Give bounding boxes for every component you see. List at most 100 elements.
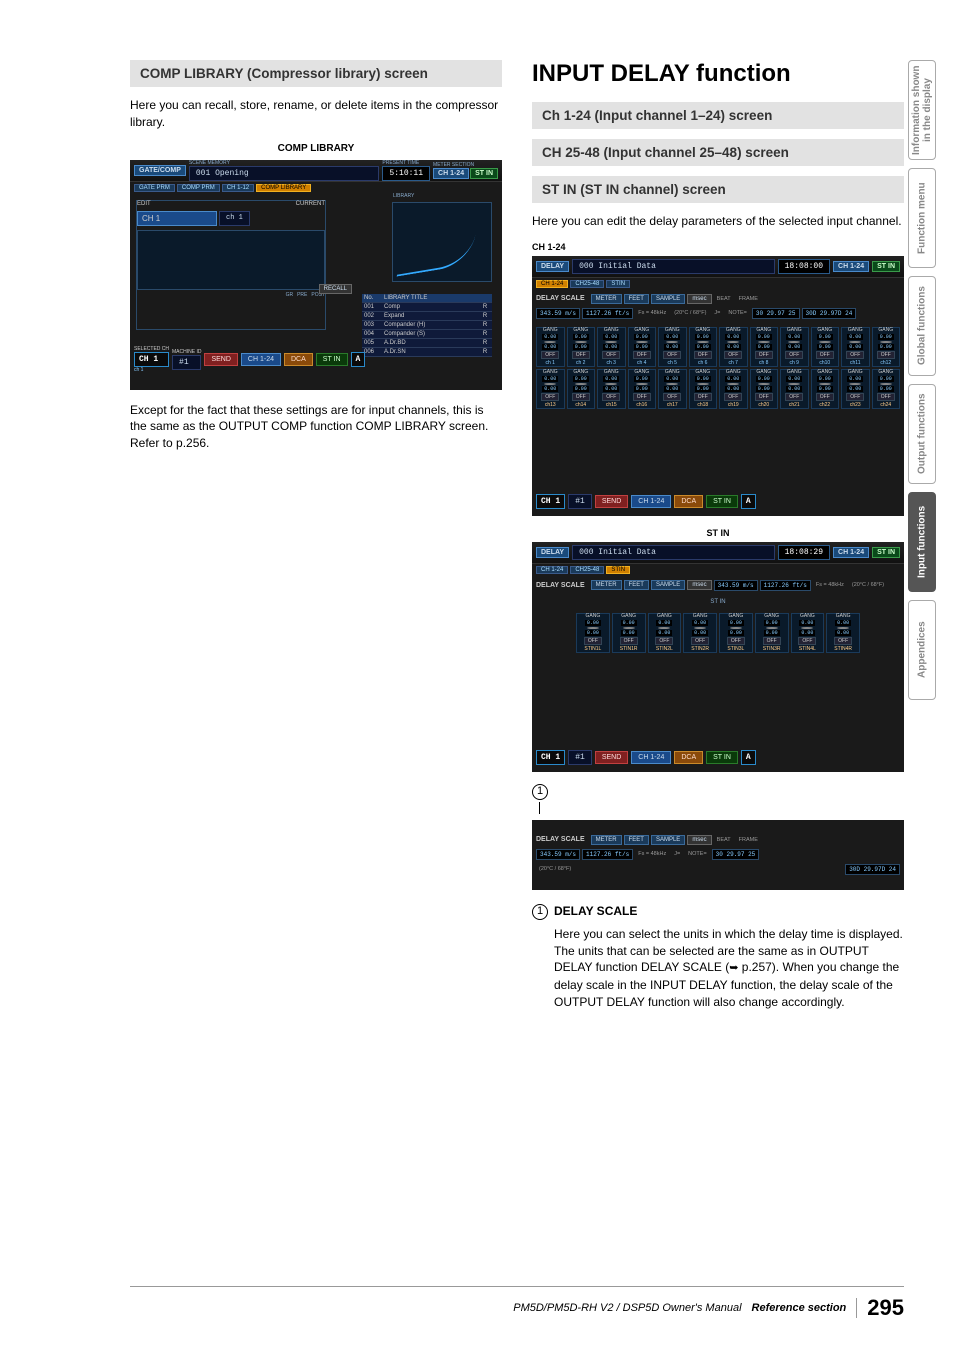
msec-button[interactable]: msec	[687, 835, 711, 845]
side-tab-info[interactable]: Information shown in the display	[908, 60, 936, 160]
time-value: 18:08:29	[778, 545, 830, 560]
nav-tab[interactable]: COMP PRM	[177, 184, 220, 192]
ch-tab[interactable]: CH 1-24	[833, 547, 869, 558]
stin-tab[interactable]: ST IN	[872, 261, 900, 272]
cap-ch124: CH 1-24	[532, 242, 904, 252]
ch124-button[interactable]: CH 1-24	[241, 353, 281, 366]
delay-knob[interactable]	[758, 341, 770, 343]
recall-button[interactable]: RECALL	[319, 284, 352, 294]
delay-knob[interactable]	[880, 383, 892, 385]
sample-button[interactable]: SAMPLE	[651, 294, 685, 304]
stin-tab[interactable]: ST IN	[872, 547, 900, 558]
ch124-button[interactable]: CH 1-24	[631, 751, 671, 764]
callout-1-ref-icon: 1	[532, 904, 548, 920]
comp-library-header: COMP LIBRARY (Compressor library) screen	[130, 60, 502, 87]
delay-knob[interactable]	[623, 627, 635, 629]
gr-label: GR	[286, 292, 294, 298]
list-item[interactable]: 002ExpandR	[362, 312, 492, 321]
sample-button[interactable]: SAMPLE	[651, 835, 685, 845]
dca-button[interactable]: DCA	[284, 353, 313, 366]
list-item[interactable]: 005A.Dr.BDR	[362, 339, 492, 348]
ch-tab-badge[interactable]: CH 1-24	[433, 168, 469, 179]
meter-button[interactable]: METER	[591, 580, 622, 590]
nav-tab-active[interactable]: COMP LIBRARY	[256, 184, 311, 192]
delay-knob[interactable]	[849, 383, 861, 385]
msec-button[interactable]: msec	[687, 294, 711, 304]
feet-button[interactable]: FEET	[624, 835, 649, 845]
list-item[interactable]: 003Compander (H)R	[362, 321, 492, 330]
delay-knob[interactable]	[605, 341, 617, 343]
delay-knob[interactable]	[801, 627, 813, 629]
side-tab-appendices[interactable]: Appendices	[908, 600, 936, 700]
delay-knob[interactable]	[658, 627, 670, 629]
side-tab-function-menu[interactable]: Function menu	[908, 168, 936, 268]
nav-tab[interactable]: CH 1-24	[536, 566, 568, 574]
side-tab-input[interactable]: Input functions	[908, 492, 936, 592]
time-value: 5:10:11	[382, 166, 430, 181]
stin-tab-badge[interactable]: ST IN	[470, 168, 498, 179]
delay-knob[interactable]	[849, 341, 861, 343]
meter-button[interactable]: METER	[591, 835, 622, 845]
ch124-button[interactable]: CH 1-24	[631, 495, 671, 508]
stin-button[interactable]: ST IN	[706, 495, 738, 508]
send-button[interactable]: SEND	[595, 751, 628, 764]
delay-knob[interactable]	[666, 341, 678, 343]
delay-knob[interactable]	[727, 341, 739, 343]
send-button[interactable]: SEND	[595, 495, 628, 508]
library-list[interactable]: No. LIBRARY TITLE 001CompR 002ExpandR 00…	[362, 294, 492, 357]
ch-name: ch 1	[219, 211, 250, 226]
send-button[interactable]: SEND	[204, 353, 237, 366]
list-item[interactable]: 001CompR	[362, 303, 492, 312]
side-tab-output[interactable]: Output functions	[908, 384, 936, 484]
edit-label: EDIT	[137, 201, 151, 207]
nav-tab[interactable]: CH 1-24	[536, 280, 568, 288]
meter-button[interactable]: METER	[591, 294, 622, 304]
delay-knob[interactable]	[819, 383, 831, 385]
delay-knob[interactable]	[694, 627, 706, 629]
delay-knob[interactable]	[766, 627, 778, 629]
delay-knob[interactable]	[575, 341, 587, 343]
delay-knob[interactable]	[880, 341, 892, 343]
delay-knob[interactable]	[544, 383, 556, 385]
delay-knob[interactable]	[575, 383, 587, 385]
delay-knob[interactable]	[636, 341, 648, 343]
a-label: A	[741, 494, 756, 509]
side-tab-global[interactable]: Global functions	[908, 276, 936, 376]
nav-tab[interactable]: CH25-48	[570, 566, 604, 574]
machine-id: #1	[568, 750, 592, 765]
msec-button[interactable]: msec	[687, 580, 711, 590]
delay-knob[interactable]	[788, 383, 800, 385]
feet-button[interactable]: FEET	[624, 580, 649, 590]
stin-button[interactable]: ST IN	[706, 751, 738, 764]
delay-knob[interactable]	[587, 627, 599, 629]
sample-button[interactable]: SAMPLE	[651, 580, 685, 590]
ms-value: 343.59 m/s	[536, 308, 580, 319]
stin-button[interactable]: ST IN	[316, 353, 348, 366]
ch-tab[interactable]: CH 1-24	[833, 261, 869, 272]
nav-tab[interactable]: CH25-48	[570, 280, 604, 288]
delay-knob[interactable]	[544, 341, 556, 343]
list-item[interactable]: 004Compander (S)R	[362, 330, 492, 339]
delay-knob[interactable]	[727, 383, 739, 385]
nav-tab[interactable]: STIN	[606, 280, 630, 288]
nav-tab[interactable]: CH 1-12	[222, 184, 254, 192]
delay-knob[interactable]	[758, 383, 770, 385]
delay-knob[interactable]	[636, 383, 648, 385]
delay-knob[interactable]	[666, 383, 678, 385]
feet-button[interactable]: FEET	[624, 294, 649, 304]
frame-row2: 30D 29.97D 24	[802, 308, 857, 319]
delay-knob[interactable]	[697, 383, 709, 385]
delay-knob[interactable]	[730, 627, 742, 629]
delay-knob[interactable]	[837, 627, 849, 629]
nav-tab[interactable]: STIN	[606, 566, 630, 574]
page-number: 295	[867, 1295, 904, 1321]
delay-knob[interactable]	[697, 341, 709, 343]
delay-knob[interactable]	[605, 383, 617, 385]
delay-knob[interactable]	[788, 341, 800, 343]
delay-knob[interactable]	[819, 341, 831, 343]
dca-button[interactable]: DCA	[674, 495, 703, 508]
page-title: INPUT DELAY function	[532, 60, 904, 88]
nav-tab[interactable]: GATE PRM	[134, 184, 175, 192]
footer-ch: CH 1	[536, 750, 565, 765]
dca-button[interactable]: DCA	[674, 751, 703, 764]
